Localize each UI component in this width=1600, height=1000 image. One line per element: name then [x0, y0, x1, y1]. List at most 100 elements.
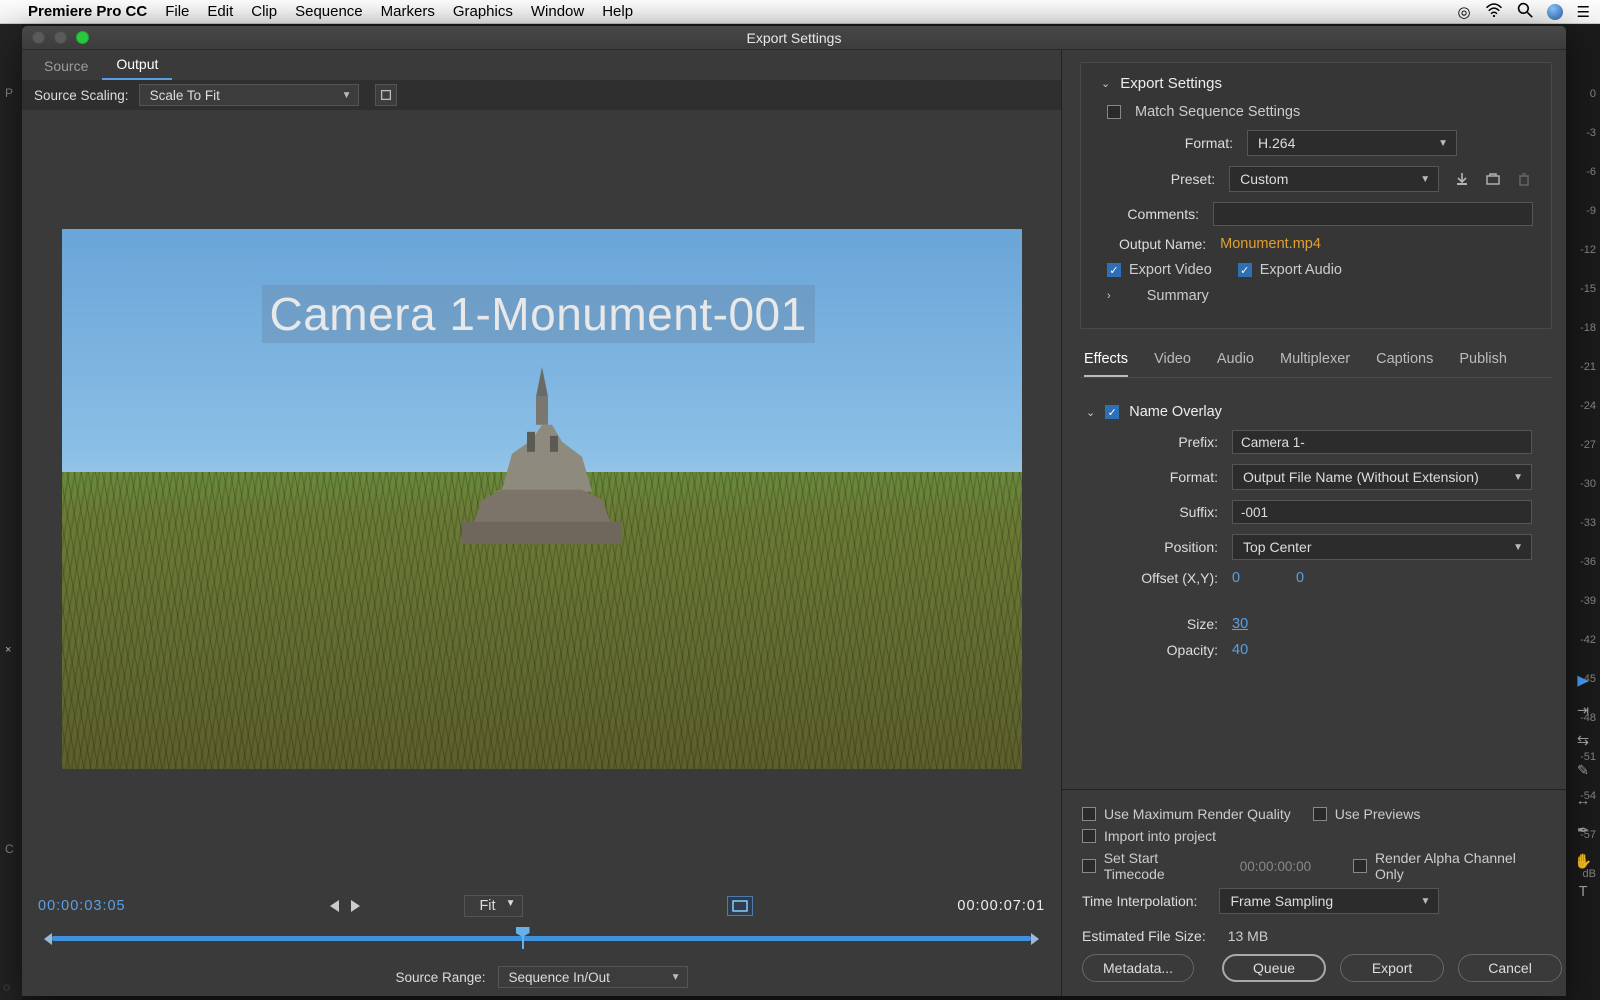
queue-button[interactable]: Queue — [1222, 954, 1326, 982]
step-back-icon[interactable] — [330, 900, 339, 912]
razor-tool-icon[interactable]: ✎ — [1577, 763, 1589, 779]
window-title: Export Settings — [747, 30, 842, 46]
playhead-icon[interactable] — [516, 927, 530, 947]
status-dot-icon[interactable] — [1547, 4, 1563, 20]
menu-help[interactable]: Help — [602, 3, 633, 20]
overlay-format-select[interactable]: Output File Name (Without Extension)▼ — [1232, 464, 1532, 490]
export-button[interactable]: Export — [1340, 954, 1444, 982]
prefix-input[interactable] — [1232, 430, 1532, 454]
preview-content-icon — [432, 362, 652, 566]
disclosure-down-icon[interactable]: ⌄ — [1086, 406, 1095, 419]
close-window-icon[interactable] — [32, 31, 45, 44]
ripple-tool-icon[interactable]: ⇆ — [1577, 733, 1589, 749]
use-previews-checkbox[interactable] — [1313, 807, 1327, 821]
pen-tool-icon[interactable]: ✒ — [1577, 823, 1589, 839]
match-sequence-label: Match Sequence Settings — [1135, 104, 1300, 120]
tab-video[interactable]: Video — [1154, 351, 1191, 377]
menu-sequence[interactable]: Sequence — [295, 3, 363, 20]
menu-file[interactable]: File — [165, 3, 189, 20]
cancel-button[interactable]: Cancel — [1458, 954, 1562, 982]
disclosure-down-icon[interactable]: ⌄ — [1101, 77, 1110, 90]
tab-multiplexer[interactable]: Multiplexer — [1280, 351, 1350, 377]
tab-effects[interactable]: Effects — [1084, 351, 1128, 377]
preset-label: Preset: — [1101, 171, 1215, 187]
render-alpha-checkbox[interactable] — [1353, 859, 1367, 873]
app-name[interactable]: Premiere Pro CC — [28, 3, 147, 20]
hand-tool-icon[interactable]: ✋ — [1574, 853, 1592, 870]
suffix-label: Suffix: — [1086, 504, 1218, 520]
tab-publish[interactable]: Publish — [1459, 351, 1507, 377]
slip-tool-icon[interactable]: ↔ — [1576, 793, 1591, 809]
source-scaling-select[interactable]: Scale To Fit▼ — [139, 84, 359, 106]
delete-preset-icon[interactable] — [1516, 169, 1533, 189]
menu-window[interactable]: Window — [531, 3, 584, 20]
tab-output[interactable]: Output — [102, 50, 172, 80]
range-slider[interactable] — [22, 924, 1061, 958]
video-preview: Camera 1-Monument-001 — [22, 110, 1061, 888]
timecode-current[interactable]: 00:00:03:05 — [38, 898, 126, 914]
menu-edit[interactable]: Edit — [207, 3, 233, 20]
output-name-link[interactable]: Monument.mp4 — [1220, 236, 1321, 252]
window-controls[interactable] — [32, 31, 89, 44]
start-timecode-checkbox[interactable] — [1082, 859, 1096, 873]
creative-cloud-icon[interactable]: ◎ — [1457, 3, 1470, 21]
import-project-checkbox[interactable] — [1082, 829, 1096, 843]
render-alpha-label: Render Alpha Channel Only — [1375, 850, 1546, 882]
wifi-icon[interactable] — [1485, 3, 1503, 21]
settings-tabs: Effects Video Audio Multiplexer Captions… — [1080, 343, 1552, 378]
disclosure-right-icon[interactable]: › — [1107, 290, 1111, 302]
opacity-value[interactable]: 40 — [1232, 642, 1248, 658]
size-value[interactable]: 30 — [1232, 616, 1248, 632]
aspect-ratio-button[interactable] — [727, 896, 753, 916]
position-select[interactable]: Top Center▼ — [1232, 534, 1532, 560]
type-tool-icon[interactable]: T — [1579, 884, 1588, 900]
output-name-label: Output Name: — [1119, 236, 1206, 252]
preset-select[interactable]: Custom▼ — [1229, 166, 1439, 192]
tab-captions[interactable]: Captions — [1376, 351, 1433, 377]
max-render-checkbox[interactable] — [1082, 807, 1096, 821]
selection-tool-icon[interactable]: ▶ — [1577, 673, 1588, 689]
menu-clip[interactable]: Clip — [251, 3, 277, 20]
save-preset-icon[interactable] — [1453, 169, 1470, 189]
menu-graphics[interactable]: Graphics — [453, 3, 513, 20]
export-settings-group: ⌄Export Settings Match Sequence Settings… — [1080, 62, 1552, 329]
export-audio-checkbox[interactable]: ✓ — [1238, 263, 1252, 277]
suffix-input[interactable] — [1232, 500, 1532, 524]
name-overlay-checkbox[interactable]: ✓ — [1105, 405, 1119, 419]
track-select-tool-icon[interactable]: ⇥ — [1577, 703, 1589, 719]
spotlight-icon[interactable] — [1517, 2, 1533, 22]
preview-tabs: Source Output — [22, 50, 1061, 80]
settings-pane: ⌄Export Settings Match Sequence Settings… — [1062, 50, 1566, 996]
name-overlay-preview: Camera 1-Monument-001 — [262, 285, 815, 343]
name-overlay-header: Name Overlay — [1129, 404, 1222, 420]
metadata-button[interactable]: Metadata... — [1082, 954, 1194, 982]
left-background-strip: P × C ◌ — [0, 24, 22, 1000]
zoom-window-icon[interactable] — [76, 31, 89, 44]
start-timecode-value: 00:00:00:00 — [1240, 859, 1311, 874]
export-video-checkbox[interactable]: ✓ — [1107, 263, 1121, 277]
time-interp-label: Time Interpolation: — [1082, 893, 1197, 909]
offset-x-value[interactable]: 0 — [1232, 570, 1282, 586]
offset-label: Offset (X,Y): — [1086, 570, 1218, 586]
use-previews-label: Use Previews — [1335, 806, 1421, 822]
menu-markers[interactable]: Markers — [381, 3, 435, 20]
comments-input[interactable] — [1213, 202, 1533, 226]
offset-y-value[interactable]: 0 — [1296, 570, 1304, 586]
size-label: Size: — [1086, 616, 1218, 632]
tab-audio[interactable]: Audio — [1217, 351, 1254, 377]
match-sequence-checkbox[interactable] — [1107, 105, 1121, 119]
minimize-window-icon[interactable] — [54, 31, 67, 44]
notification-center-icon[interactable]: ☰ — [1577, 3, 1590, 21]
crop-toggle-icon[interactable] — [375, 84, 397, 106]
start-timecode-label: Set Start Timecode — [1104, 850, 1220, 882]
source-range-label: Source Range: — [395, 970, 485, 985]
zoom-fit-select[interactable]: Fit▼ — [464, 895, 522, 917]
play-icon[interactable] — [351, 900, 360, 912]
tab-source[interactable]: Source — [30, 52, 102, 80]
max-render-label: Use Maximum Render Quality — [1104, 806, 1291, 822]
source-range-select[interactable]: Sequence In/Out▼ — [498, 966, 688, 988]
time-interp-select[interactable]: Frame Sampling▼ — [1219, 888, 1439, 914]
format-select[interactable]: H.264▼ — [1247, 130, 1457, 156]
import-preset-icon[interactable] — [1484, 169, 1501, 189]
summary-header[interactable]: Summary — [1147, 288, 1209, 304]
